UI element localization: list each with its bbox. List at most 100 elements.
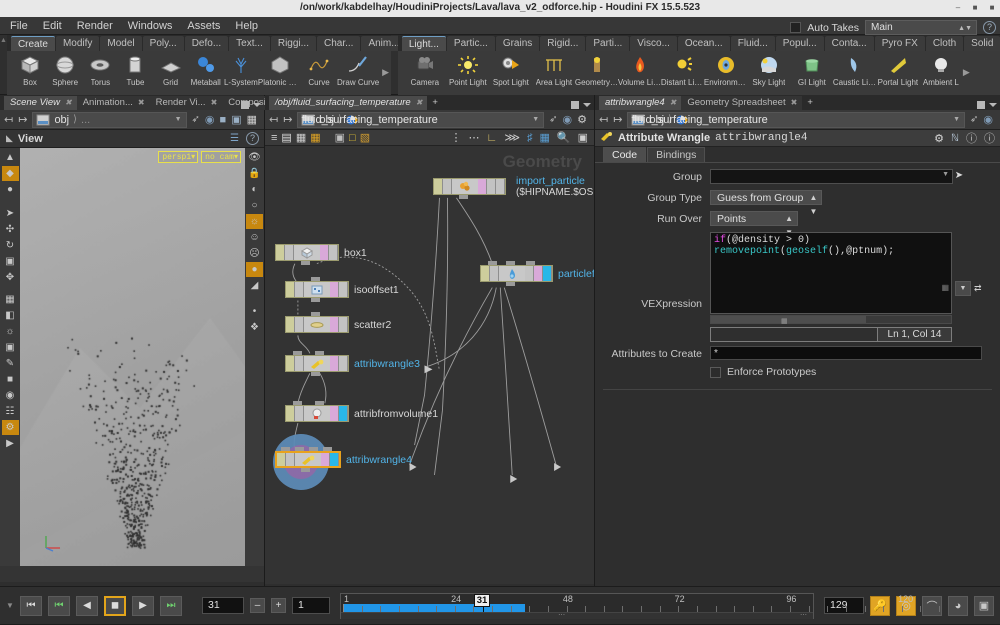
wire-display-icon[interactable]: ○ — [246, 198, 263, 213]
end-frame-field[interactable]: 129 — [824, 597, 864, 614]
frame-icon[interactable]: ▣ — [578, 131, 588, 144]
node-body[interactable] — [275, 244, 339, 261]
back-arrow-icon[interactable]: ↤ — [599, 113, 608, 126]
back-arrow-icon[interactable]: ↤ — [269, 113, 278, 126]
shelf-item-draw-curve[interactable]: Draw Curve — [337, 53, 379, 87]
paint-tool-icon[interactable]: ■ — [2, 372, 19, 387]
lock-icon[interactable]: 🔒 — [246, 166, 263, 181]
fullscreen-icon[interactable]: ▦ — [247, 113, 257, 126]
close-button[interactable]: ■ — [988, 3, 996, 12]
step-back-key-button[interactable]: ⏮ — [48, 595, 70, 616]
playbar-grip[interactable]: ▼ — [6, 601, 14, 610]
gear-icon[interactable]: ⚙ — [577, 113, 587, 126]
point-display-icon[interactable]: ◐ — [246, 182, 263, 197]
forward-arrow-icon[interactable]: ↦ — [283, 113, 292, 126]
node-input-connector-1[interactable] — [315, 401, 324, 405]
shelf-tab-lights[interactable]: Light... — [401, 36, 446, 51]
tab-code[interactable]: Code — [603, 147, 647, 162]
color-palette-icon[interactable]: ▦ — [310, 131, 320, 144]
frame-increment-button[interactable]: + — [271, 598, 286, 613]
pane-menu-icon[interactable] — [989, 103, 997, 107]
help-icon[interactable]: ⓘ — [984, 130, 995, 146]
shelf-tab-texture[interactable]: Text... — [229, 36, 270, 51]
shelf-item-sky-light[interactable]: Sky Light — [748, 53, 790, 87]
node-isooffset1[interactable]: isooffset1 — [285, 277, 399, 302]
node-flag-display[interactable] — [487, 179, 496, 194]
shelf-tab-rigid[interactable]: Rigid... — [540, 36, 586, 51]
node-box1[interactable]: box1 — [275, 244, 367, 265]
tree-view-icon[interactable]: ▤ — [281, 131, 291, 144]
close-icon[interactable]: ✖ — [791, 96, 798, 110]
add-tab-button[interactable]: + — [802, 96, 818, 110]
run-over-select[interactable]: Points ▲▼ — [710, 211, 798, 237]
node-output-connector[interactable] — [311, 298, 320, 302]
shelf-tab-rigging[interactable]: Riggi... — [270, 36, 316, 51]
node-flag-template2[interactable] — [534, 266, 543, 281]
maximize-pane-icon[interactable] — [241, 101, 249, 109]
shelf-tab-model[interactable]: Model — [100, 36, 142, 51]
play-reverse-button[interactable]: ◀ — [76, 595, 98, 616]
node-flag-display[interactable] — [329, 245, 338, 260]
shelf-item-portal-light[interactable]: Portal Light — [877, 53, 919, 87]
shelf-grip-left[interactable]: ▲ — [0, 35, 7, 94]
node-input-connector-2[interactable] — [526, 261, 535, 265]
rotate-tool-icon[interactable]: ↻ — [2, 238, 19, 253]
node-flag-template[interactable] — [330, 356, 339, 371]
info-icon[interactable]: ⓘ — [966, 130, 977, 146]
attributes-input[interactable]: * — [710, 346, 982, 360]
vex-expand-icon[interactable]: ⇄ — [974, 281, 982, 294]
handle-tool-icon[interactable]: ◆ — [1, 166, 19, 181]
node-input-connector-3[interactable] — [323, 447, 332, 451]
tab-geometry-spreadsheet[interactable]: Geometry Spreadsheet ✖ — [681, 96, 803, 110]
close-icon[interactable]: ✖ — [65, 96, 72, 110]
node-flag-bypass[interactable] — [286, 282, 295, 297]
shelf-tab-containers[interactable]: Conta... — [824, 36, 874, 51]
node-flag-lock[interactable] — [443, 179, 452, 194]
stop-button[interactable]: ◼ — [104, 595, 126, 616]
shelf-item-metaball[interactable]: Metaball — [189, 53, 223, 87]
branch-icon[interactable]: ∟ — [487, 132, 498, 144]
node-flag-lock[interactable] — [490, 266, 499, 281]
tab-scene-view[interactable]: Scene View ✖ — [4, 96, 77, 110]
jump-to-end-button[interactable]: ⏭ — [160, 595, 182, 616]
jump-to-start-button[interactable]: ⏮ — [20, 595, 42, 616]
brush-tool-icon[interactable]: ✎ — [2, 356, 19, 371]
scene-path-field[interactable]: obj ⟩ ... ▼ — [32, 111, 187, 128]
search-icon[interactable]: 🔍 — [557, 131, 571, 144]
shelf-item-torus[interactable]: Torus — [83, 53, 117, 87]
node-flag-display[interactable] — [339, 356, 348, 371]
shelf-item-lsystem[interactable]: L-System — [224, 53, 258, 87]
network-path-field[interactable]: obj ⟩ fluid_surfacing_temperature ▼ — [297, 111, 545, 128]
node-input-connector-0[interactable] — [488, 261, 497, 265]
target-icon[interactable]: ◉ — [563, 113, 573, 126]
tab-parameters[interactable]: attribwrangle4 ✖ — [599, 96, 682, 110]
light-tool-icon[interactable]: ☼ — [2, 324, 19, 339]
node-flag-display[interactable] — [339, 406, 348, 421]
ghost-display-icon[interactable]: ☹ — [246, 246, 263, 261]
key-button[interactable]: 🔑 — [870, 595, 890, 616]
node-output-connector[interactable] — [311, 372, 320, 376]
extra-tool-icon[interactable]: ▶ — [2, 436, 19, 451]
node-flag-bypass[interactable] — [481, 266, 490, 281]
display-eye-icon[interactable]: 👁 — [246, 150, 263, 165]
take-selector[interactable]: Main ▲▼ — [865, 20, 977, 35]
pin-icon[interactable]: ➶ — [549, 114, 557, 125]
axis-tool-icon[interactable]: ✥ — [2, 270, 19, 285]
forward-arrow-icon[interactable]: ↦ — [18, 113, 27, 126]
view-layout-icon[interactable]: ☰ — [230, 133, 239, 144]
menu-windows[interactable]: Windows — [128, 20, 173, 32]
node-input-connector-0[interactable] — [293, 401, 302, 405]
xray-icon[interactable]: ● — [246, 262, 263, 277]
pane-menu-icon[interactable] — [253, 103, 261, 107]
camera-tool-icon[interactable]: ▣ — [2, 340, 19, 355]
shelf-tab-populate[interactable]: Popul... — [775, 36, 824, 51]
hscript-icon[interactable]: ℕ — [951, 133, 959, 144]
camera-selector[interactable]: persp1▾ — [158, 151, 199, 163]
minimize-button[interactable]: – — [954, 3, 962, 12]
menu-assets[interactable]: Assets — [187, 20, 220, 32]
node-body[interactable] — [285, 281, 349, 298]
snap-tool-icon[interactable]: ▦ — [2, 292, 19, 307]
shelf-item-geometry-light[interactable]: Geometry L... — [575, 53, 619, 87]
node-input-connector[interactable] — [311, 312, 320, 316]
node-flag-lock[interactable] — [295, 317, 304, 332]
